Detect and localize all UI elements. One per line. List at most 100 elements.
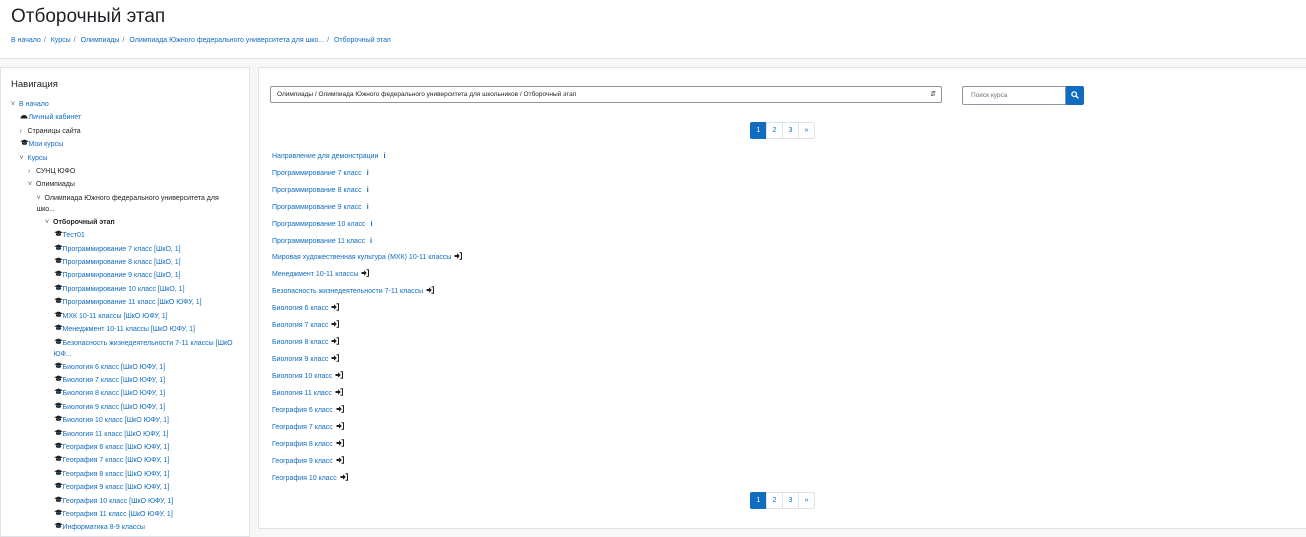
page-link-3[interactable]: 3 <box>782 122 799 139</box>
nav-tree-item-label[interactable]: Менеджмент 10-11 классы [ШкО ЮФУ, 1] <box>63 326 195 333</box>
nav-tree-item-label[interactable]: МХК 10-11 классы [ШкО ЮФУ, 1] <box>63 313 168 320</box>
chevron-down-icon[interactable]: ˅ <box>20 152 28 165</box>
page-link-3[interactable]: 3 <box>782 492 799 509</box>
nav-tree-item[interactable]: ˅ Курсы <box>1 152 249 165</box>
sign-in-icon[interactable] <box>336 405 344 413</box>
page-link-2[interactable]: 2 <box>766 122 783 139</box>
sign-in-icon[interactable] <box>336 439 344 447</box>
course-search-button[interactable] <box>1066 86 1084 105</box>
nav-tree-item[interactable]: География 8 класс [ШкО ЮФУ, 1] <box>1 468 249 481</box>
sign-in-icon[interactable] <box>454 252 463 260</box>
nav-tree-item-label[interactable]: Биология 7 класс [ШкО ЮФУ, 1] <box>63 377 166 384</box>
chevron-down-icon[interactable]: ˅ <box>37 193 45 204</box>
course-link[interactable]: Биология 9 класс <box>272 356 328 363</box>
nav-tree-item[interactable]: Биология 11 класс [ШкО ЮФУ, 1] <box>1 428 249 441</box>
nav-tree-item-label[interactable]: Курсы <box>28 155 48 162</box>
nav-tree-item[interactable]: Программирование 11 класс [ШкО ЮФУ, 1] <box>1 296 249 309</box>
course-link[interactable]: Биология 11 класс <box>272 390 332 397</box>
course-link[interactable]: Программирование 11 класс <box>272 238 365 245</box>
sign-in-icon[interactable] <box>426 286 435 294</box>
nav-tree-item[interactable]: Биология 6 класс [ШкО ЮФУ, 1] <box>1 361 249 374</box>
page-link-2[interactable]: 2 <box>766 492 783 509</box>
course-link[interactable]: Безопасность жизнедеятельности 7-11 клас… <box>272 288 423 295</box>
nav-tree-item[interactable]: › СУНЦ ЮФО <box>1 165 249 178</box>
sign-in-icon[interactable] <box>331 354 340 362</box>
page-link-1[interactable]: 1 <box>750 492 767 509</box>
nav-tree-item-label[interactable]: Программирование 7 класс [ШкО, 1] <box>63 246 181 253</box>
course-link[interactable]: География 10 класс <box>272 475 337 482</box>
course-link[interactable]: Направление для демонстрации <box>272 153 378 160</box>
nav-tree-item-label[interactable]: География 8 класс [ШкО ЮФУ, 1] <box>63 471 170 478</box>
course-link[interactable]: Биология 7 класс <box>272 322 328 329</box>
nav-tree-item-label[interactable]: Биология 8 класс [ШкО ЮФУ, 1] <box>63 390 166 397</box>
nav-tree-item-label[interactable]: Биология 6 класс [ШкО ЮФУ, 1] <box>63 364 166 371</box>
course-link[interactable]: Программирование 10 класс <box>272 221 365 228</box>
nav-tree-item[interactable]: География 10 класс [ШкО ЮФУ, 1] <box>1 495 249 508</box>
nav-tree-item-label[interactable]: Тест01 <box>63 232 85 239</box>
breadcrumb-current[interactable]: Отборочный этап <box>334 37 391 44</box>
nav-tree-item[interactable]: МХК 10-11 классы [ШкО ЮФУ, 1] <box>1 310 249 323</box>
sign-in-icon[interactable] <box>331 303 340 311</box>
page-link-1[interactable]: 1 <box>750 122 767 139</box>
course-link[interactable]: География 9 класс <box>272 458 333 465</box>
nav-tree-item[interactable]: Биология 10 класс [ШкО ЮФУ, 1] <box>1 414 249 427</box>
breadcrumb-home[interactable]: В начало <box>11 37 41 44</box>
info-icon[interactable]: i <box>367 184 369 196</box>
chevron-down-icon[interactable]: ˅ <box>28 178 36 191</box>
nav-tree-item-label[interactable]: Программирование 8 класс [ШкО, 1] <box>63 259 181 266</box>
course-link[interactable]: Программирование 9 класс <box>272 204 362 211</box>
nav-tree-item[interactable]: География 7 класс [ШкО ЮФУ, 1] <box>1 454 249 467</box>
course-search-input[interactable] <box>962 86 1066 105</box>
sign-in-icon[interactable] <box>361 269 370 277</box>
sign-in-icon[interactable] <box>335 371 344 379</box>
nav-tree-item[interactable]: Информатика 8-9 классы <box>1 521 249 534</box>
nav-tree-item[interactable]: Программирование 7 класс [ШкО, 1] <box>1 243 249 256</box>
info-icon[interactable]: i <box>367 167 369 179</box>
nav-tree-item[interactable]: ˅ Отборочный этап <box>1 216 249 229</box>
nav-tree-item[interactable]: Программирование 9 класс [ШкО, 1] <box>1 269 249 282</box>
nav-tree-item-label[interactable]: Личный кабинет <box>29 114 82 121</box>
nav-tree-item[interactable]: › Страницы сайта <box>1 125 249 138</box>
chevron-right-icon[interactable]: › <box>28 165 36 178</box>
nav-tree-item-label[interactable]: География 10 класс [ШкО ЮФУ, 1] <box>63 498 174 505</box>
nav-tree-item[interactable]: Тест01 <box>1 229 249 242</box>
nav-tree-item[interactable]: Биология 8 класс [ШкО ЮФУ, 1] <box>1 387 249 400</box>
nav-tree-item-label[interactable]: Биология 9 класс [ШкО ЮФУ, 1] <box>63 404 166 411</box>
nav-tree-item-label[interactable]: Биология 11 класс [ШкО ЮФУ, 1] <box>63 431 169 438</box>
sign-in-icon[interactable] <box>340 473 348 481</box>
course-link[interactable]: Биология 10 класс <box>272 373 332 380</box>
nav-tree-item[interactable]: ˅ В начало <box>1 98 249 111</box>
nav-tree-item[interactable]: Менеджмент 10-11 классы [ШкО ЮФУ, 1] <box>1 323 249 336</box>
chevron-down-icon[interactable]: ˅ <box>45 216 53 229</box>
course-link[interactable]: Программирование 7 класс <box>272 170 362 177</box>
nav-tree-item[interactable]: Биология 9 класс [ШкО ЮФУ, 1] <box>1 401 249 414</box>
nav-tree-item-label[interactable]: Информатика 8-9 классы <box>63 524 145 531</box>
nav-tree-item-label[interactable]: Безопасность жизнедеятельности 7-11 клас… <box>54 340 233 358</box>
chevron-right-icon[interactable]: › <box>20 125 28 138</box>
nav-tree-item[interactable]: География 6 класс [ШкО ЮФУ, 1] <box>1 441 249 454</box>
course-link[interactable]: Биология 6 класс <box>272 305 328 312</box>
nav-tree-item[interactable]: Программирование 8 класс [ШкО, 1] <box>1 256 249 269</box>
nav-tree-item-label[interactable]: Биология 10 класс [ШкО ЮФУ, 1] <box>63 417 169 424</box>
nav-tree-item-label[interactable]: География 11 класс [ШкО ЮФУ, 1] <box>63 511 173 518</box>
sign-in-icon[interactable] <box>336 422 344 430</box>
page-link-next[interactable]: » <box>798 122 815 139</box>
course-link[interactable]: Программирование 8 класс <box>272 187 362 194</box>
nav-tree-item-label[interactable]: Программирование 9 класс [ШкО, 1] <box>63 272 181 279</box>
nav-tree-item-label[interactable]: Программирование 10 класс [ШкО, 1] <box>63 286 185 293</box>
nav-tree-item-label[interactable]: География 6 класс [ШкО ЮФУ, 1] <box>63 444 170 451</box>
course-link[interactable]: География 7 класс <box>272 424 333 431</box>
nav-tree-item-label[interactable]: В начало <box>19 101 49 108</box>
nav-tree-item[interactable]: ˅ Олимпиады <box>1 178 249 191</box>
chevron-down-icon[interactable]: ˅ <box>11 98 19 111</box>
sign-in-icon[interactable] <box>336 456 344 464</box>
breadcrumb-olympiad-sfedu[interactable]: Олимпиада Южного федерального университе… <box>129 37 324 44</box>
page-link-next[interactable]: » <box>798 492 815 509</box>
nav-tree-item-label[interactable]: География 9 класс [ШкО ЮФУ, 1] <box>63 484 170 491</box>
course-link[interactable]: Биология 8 класс <box>272 339 328 346</box>
nav-tree-item[interactable]: Личный кабинет <box>1 111 249 124</box>
course-link[interactable]: География 6 класс <box>272 407 333 414</box>
breadcrumb-courses[interactable]: Курсы <box>51 37 71 44</box>
breadcrumb-olympiads[interactable]: Олимпиады <box>81 37 120 44</box>
nav-tree-item-label[interactable]: География 7 класс [ШкО ЮФУ, 1] <box>63 457 170 464</box>
